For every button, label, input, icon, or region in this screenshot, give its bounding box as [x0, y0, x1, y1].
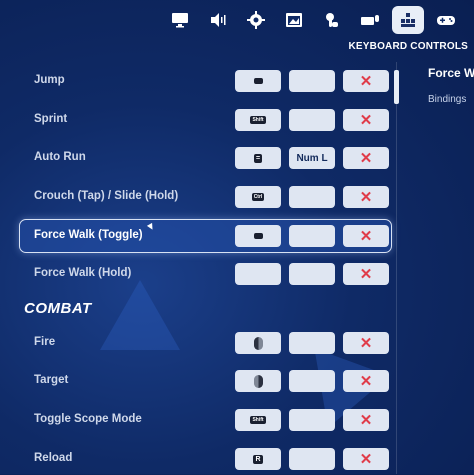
secondary-key-slot[interactable]: [289, 332, 335, 354]
close-icon: ✕: [359, 334, 373, 352]
secondary-key-slot[interactable]: [289, 448, 335, 470]
key-label: R: [253, 454, 263, 464]
detail-title: Force W: [428, 66, 474, 80]
clear-binding-button[interactable]: ✕: [343, 70, 389, 92]
detail-subtitle: Bindings: [428, 94, 467, 105]
primary-key-slot[interactable]: Shift: [235, 409, 281, 431]
settings-tab-bar: [164, 6, 462, 36]
binding-label: Jump: [34, 74, 65, 86]
secondary-key-slot[interactable]: [289, 225, 335, 247]
secondary-key-slot[interactable]: [289, 70, 335, 92]
binding-label: Sprint: [34, 113, 68, 125]
gamepad-icon[interactable]: [430, 6, 462, 34]
clear-binding-button[interactable]: ✕: [343, 332, 389, 354]
binding-label: Force Walk (Toggle): [34, 229, 143, 241]
binding-label: Target: [34, 374, 69, 386]
binding-label: Toggle Scope Mode: [34, 413, 142, 425]
primary-key-slot[interactable]: Shift: [235, 109, 281, 131]
primary-key-slot[interactable]: R: [235, 448, 281, 470]
binding-row-force-walk-hold[interactable]: Force Walk (Hold) ✕: [20, 258, 391, 290]
primary-key-slot[interactable]: [235, 370, 281, 392]
binding-label: Crouch (Tap) / Slide (Hold): [34, 190, 179, 202]
binding-row-reload[interactable]: Reload R ✕: [20, 443, 391, 475]
primary-key-slot[interactable]: Ctrl: [235, 186, 281, 208]
clear-binding-button[interactable]: ✕: [343, 409, 389, 431]
monitor-icon[interactable]: [164, 6, 196, 34]
secondary-key-slot[interactable]: Num L: [289, 147, 335, 169]
binding-row-fire[interactable]: Fire ✕: [20, 327, 391, 359]
close-icon: ✕: [359, 450, 373, 468]
panel-divider: [396, 62, 397, 474]
primary-key-slot[interactable]: [235, 263, 281, 285]
key-label: Shift: [250, 416, 266, 424]
clear-binding-button[interactable]: ✕: [343, 225, 389, 247]
key-label: =: [253, 153, 263, 163]
binding-row-force-walk-toggle[interactable]: Force Walk (Toggle) ✕: [19, 219, 392, 253]
key-label: Ctrl: [251, 193, 265, 201]
combat-heading: COMBAT: [24, 300, 92, 317]
close-icon: ✕: [359, 227, 373, 245]
binding-row-sprint[interactable]: Sprint Shift ✕: [20, 104, 391, 136]
binding-label: Auto Run: [34, 151, 86, 163]
close-icon: ✕: [359, 149, 373, 167]
touch-icon[interactable]: [316, 6, 348, 34]
binding-label: Force Walk (Hold): [34, 267, 132, 279]
clear-binding-button[interactable]: ✕: [343, 147, 389, 169]
binding-row-toggle-scope-mode[interactable]: Toggle Scope Mode Shift ✕: [20, 404, 391, 436]
scrollbar-thumb[interactable]: [394, 70, 399, 104]
secondary-key-slot[interactable]: [289, 186, 335, 208]
gear-icon[interactable]: [240, 6, 272, 34]
clear-binding-button[interactable]: ✕: [343, 263, 389, 285]
clear-binding-button[interactable]: ✕: [343, 186, 389, 208]
primary-key-slot[interactable]: [235, 225, 281, 247]
clear-binding-button[interactable]: ✕: [343, 370, 389, 392]
keycap-glyph-icon: [253, 233, 263, 239]
binding-row-target[interactable]: Target ✕: [20, 365, 391, 397]
primary-key-slot[interactable]: =: [235, 147, 281, 169]
binding-label: Reload: [34, 452, 73, 464]
close-icon: ✕: [359, 72, 373, 90]
speaker-icon[interactable]: [202, 6, 234, 34]
secondary-key-slot[interactable]: [289, 263, 335, 285]
primary-key-slot[interactable]: [235, 332, 281, 354]
key-label: Shift: [250, 116, 266, 124]
close-icon: ✕: [359, 111, 373, 129]
binding-row-jump[interactable]: Jump ✕: [20, 65, 391, 97]
mouse-right-icon: [253, 374, 263, 388]
primary-key-slot[interactable]: [235, 70, 281, 92]
keyboard-mouse-icon[interactable]: [354, 6, 386, 34]
display-settings-icon[interactable]: [278, 6, 310, 34]
close-icon: ✕: [359, 372, 373, 390]
binding-label: Fire: [34, 336, 56, 348]
close-icon: ✕: [359, 411, 373, 429]
mouse-left-icon: [253, 336, 263, 350]
section-title: KEYBOARD CONTROLS: [348, 41, 468, 52]
binding-row-crouch[interactable]: Crouch (Tap) / Slide (Hold) Ctrl ✕: [20, 181, 391, 213]
secondary-key-slot[interactable]: [289, 109, 335, 131]
close-icon: ✕: [359, 188, 373, 206]
secondary-key-slot[interactable]: [289, 370, 335, 392]
clear-binding-button[interactable]: ✕: [343, 448, 389, 470]
secondary-key-slot[interactable]: [289, 409, 335, 431]
binding-row-auto-run[interactable]: Auto Run = Num L ✕: [20, 142, 391, 174]
keycap-glyph-icon: [253, 78, 263, 84]
clear-binding-button[interactable]: ✕: [343, 109, 389, 131]
keyboard-controls-icon[interactable]: [392, 6, 424, 34]
close-icon: ✕: [359, 265, 373, 283]
detail-panel: Force W Bindings: [428, 66, 474, 105]
